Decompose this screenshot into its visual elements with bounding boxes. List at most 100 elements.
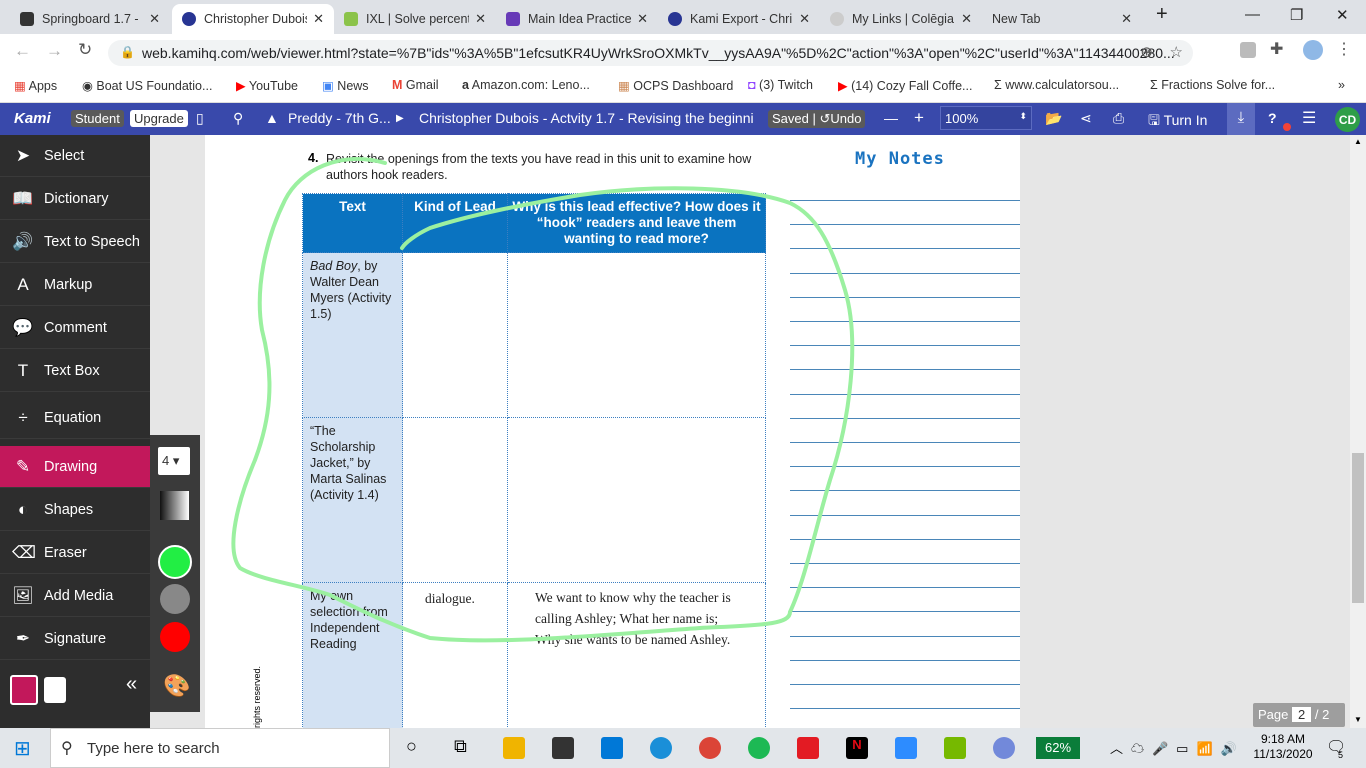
- mail-icon[interactable]: [601, 737, 623, 759]
- sidebar-item-text-box[interactable]: T Text Box: [0, 350, 150, 392]
- bookmark-apps[interactable]: ▦ Apps: [14, 78, 57, 93]
- nvidia-icon[interactable]: [944, 737, 966, 759]
- opacity-swatch[interactable]: [160, 491, 189, 520]
- task-view-icon[interactable]: ⧉: [454, 736, 467, 757]
- user-avatar[interactable]: CD: [1335, 107, 1360, 132]
- collapse-sidebar-icon[interactable]: «: [126, 673, 137, 696]
- edge-icon[interactable]: [650, 737, 672, 759]
- download-icon[interactable]: ⤓: [1227, 103, 1255, 135]
- why-cell[interactable]: [507, 417, 766, 583]
- zoom-icon[interactable]: [895, 737, 917, 759]
- bookmark-twitch[interactable]: ◘ (3) Twitch: [748, 78, 813, 92]
- notifications-icon[interactable]: 🗨: [1326, 737, 1346, 757]
- windows-start-icon[interactable]: ⊞: [14, 736, 31, 761]
- undo-button[interactable]: ↺Undo: [819, 111, 861, 126]
- sidebar-item-dictionary[interactable]: 📖 Dictionary: [0, 178, 150, 220]
- bookmark-calculator[interactable]: Σ www.calculatorsou...: [994, 78, 1119, 92]
- sidebar-item-add-media[interactable]: 🖼 Add Media: [0, 575, 150, 617]
- palette-icon[interactable]: 🎨: [163, 673, 190, 699]
- why-cell[interactable]: [507, 252, 766, 418]
- open-folder-icon[interactable]: 📂: [1045, 110, 1062, 127]
- profile-avatar[interactable]: [1303, 40, 1323, 60]
- color-red[interactable]: [160, 622, 190, 652]
- lead-cell[interactable]: dialogue.: [402, 582, 508, 743]
- chrome-icon[interactable]: [699, 737, 721, 759]
- sidebar-item-eraser[interactable]: ⌫ Eraser: [0, 532, 150, 574]
- tab-main-idea[interactable]: Main Idea Practice ✕: [496, 4, 658, 34]
- sidebar-item-text-to-speech[interactable]: 🔊 Text to Speech: [0, 221, 150, 263]
- sidebar-item-comment[interactable]: 💬 Comment: [0, 307, 150, 349]
- bookmark-boat-us[interactable]: ◉ Boat US Foundatio...: [82, 78, 212, 93]
- zoom-select[interactable]: 100% ⬍: [940, 106, 1032, 130]
- help-icon[interactable]: ?: [1268, 110, 1277, 126]
- upgrade-button[interactable]: Upgrade: [130, 110, 188, 127]
- menu-icon[interactable]: ☰: [1302, 108, 1316, 128]
- sidebar-item-equation[interactable]: ÷ Equation: [0, 397, 150, 439]
- more-bookmarks-icon[interactable]: »: [1338, 78, 1345, 92]
- spotify-icon[interactable]: [748, 737, 770, 759]
- roblox-icon[interactable]: [797, 737, 819, 759]
- discord-icon[interactable]: [993, 737, 1015, 759]
- zoom-in-button[interactable]: +: [914, 108, 924, 128]
- clock[interactable]: 9:18 AM 11/13/2020: [1252, 732, 1314, 762]
- close-icon[interactable]: ✕: [1121, 11, 1132, 27]
- close-icon[interactable]: ✕: [961, 11, 972, 27]
- extension-icon[interactable]: [1240, 42, 1256, 58]
- layout-toggle-left[interactable]: [10, 675, 38, 705]
- why-cell[interactable]: We want to know why the teacher is calli…: [507, 582, 766, 743]
- page-number-input[interactable]: 2: [1292, 707, 1312, 722]
- tab-christopher-dubois[interactable]: Christopher Dubois ✕: [172, 4, 334, 34]
- cortana-icon[interactable]: ○: [406, 736, 417, 757]
- sidebar-item-shapes[interactable]: ◐ Shapes: [0, 489, 150, 531]
- system-tray-icons[interactable]: ︿☁🎤▭📶🔊: [1110, 738, 1245, 757]
- lead-cell[interactable]: [402, 252, 508, 418]
- close-icon[interactable]: ✕: [475, 11, 486, 27]
- forward-icon[interactable]: →: [46, 41, 63, 61]
- sidebar-item-markup[interactable]: A Markup: [0, 264, 150, 306]
- brush-size-select[interactable]: 4 ▾: [158, 447, 190, 475]
- bookmark-cozy-fall[interactable]: ▶ (14) Cozy Fall Coffe...: [838, 78, 972, 93]
- install-icon[interactable]: ⊕: [1140, 43, 1153, 61]
- vertical-scrollbar[interactable]: ▲ ▼: [1350, 135, 1366, 728]
- close-icon[interactable]: ✕: [149, 11, 160, 27]
- star-icon[interactable]: ☆: [1170, 43, 1183, 61]
- sidebar-item-drawing[interactable]: ✎ Drawing: [0, 446, 150, 488]
- tab-my-links[interactable]: My Links | Colēgia ✕: [820, 4, 982, 34]
- close-icon[interactable]: ✕: [637, 11, 648, 27]
- restore-button[interactable]: ❐: [1290, 6, 1303, 24]
- close-icon[interactable]: ✕: [313, 11, 324, 27]
- scroll-down-icon[interactable]: ▼: [1354, 715, 1362, 724]
- print-icon[interactable]: ⎙: [1113, 110, 1124, 127]
- minimize-button[interactable]: —: [1245, 6, 1260, 23]
- bookmark-amazon[interactable]: a Amazon.com: Leno...: [462, 78, 590, 92]
- share-icon[interactable]: ⋖: [1080, 110, 1092, 127]
- taskbar-search[interactable]: ⚲ Type here to search: [50, 728, 390, 768]
- bookmark-youtube[interactable]: ▶ YouTube: [236, 78, 298, 93]
- puzzle-icon[interactable]: ✚: [1270, 39, 1283, 59]
- turn-in-button[interactable]: 🖫 Turn In: [1148, 110, 1207, 134]
- color-gray[interactable]: [160, 584, 190, 614]
- bookmark-news[interactable]: ▣ News: [322, 78, 369, 93]
- bookmark-fractions[interactable]: Σ Fractions Solve for...: [1150, 78, 1275, 92]
- lead-cell[interactable]: [402, 417, 508, 583]
- back-icon[interactable]: ←: [14, 41, 31, 61]
- url-field[interactable]: 🔒 web.kamihq.com/web/viewer.html?state=%7…: [108, 40, 1193, 66]
- netflix-icon[interactable]: N: [846, 737, 868, 759]
- battery-widget[interactable]: 62%: [1036, 737, 1080, 759]
- store-icon[interactable]: [552, 737, 574, 759]
- scroll-up-icon[interactable]: ▲: [1354, 137, 1362, 146]
- sidebar-toggle-icon[interactable]: ▯: [196, 110, 204, 127]
- tab-ixl[interactable]: IXL | Solve percent ✕: [334, 4, 496, 34]
- sidebar-item-signature[interactable]: ✒ Signature: [0, 618, 150, 660]
- reload-icon[interactable]: ↻: [78, 40, 92, 60]
- sidebar-item-select[interactable]: ➤ Select: [0, 135, 150, 177]
- search-icon[interactable]: ⚲: [233, 110, 243, 127]
- layout-toggle-right[interactable]: [44, 677, 66, 703]
- bookmark-gmail[interactable]: M Gmail: [392, 78, 439, 92]
- close-icon[interactable]: ✕: [799, 11, 810, 27]
- tab-new-tab[interactable]: New Tab ✕: [982, 4, 1142, 34]
- new-tab-button[interactable]: +: [1156, 3, 1168, 26]
- scroll-thumb[interactable]: [1352, 453, 1364, 603]
- zoom-out-button[interactable]: —: [884, 110, 898, 126]
- color-green[interactable]: [158, 545, 192, 579]
